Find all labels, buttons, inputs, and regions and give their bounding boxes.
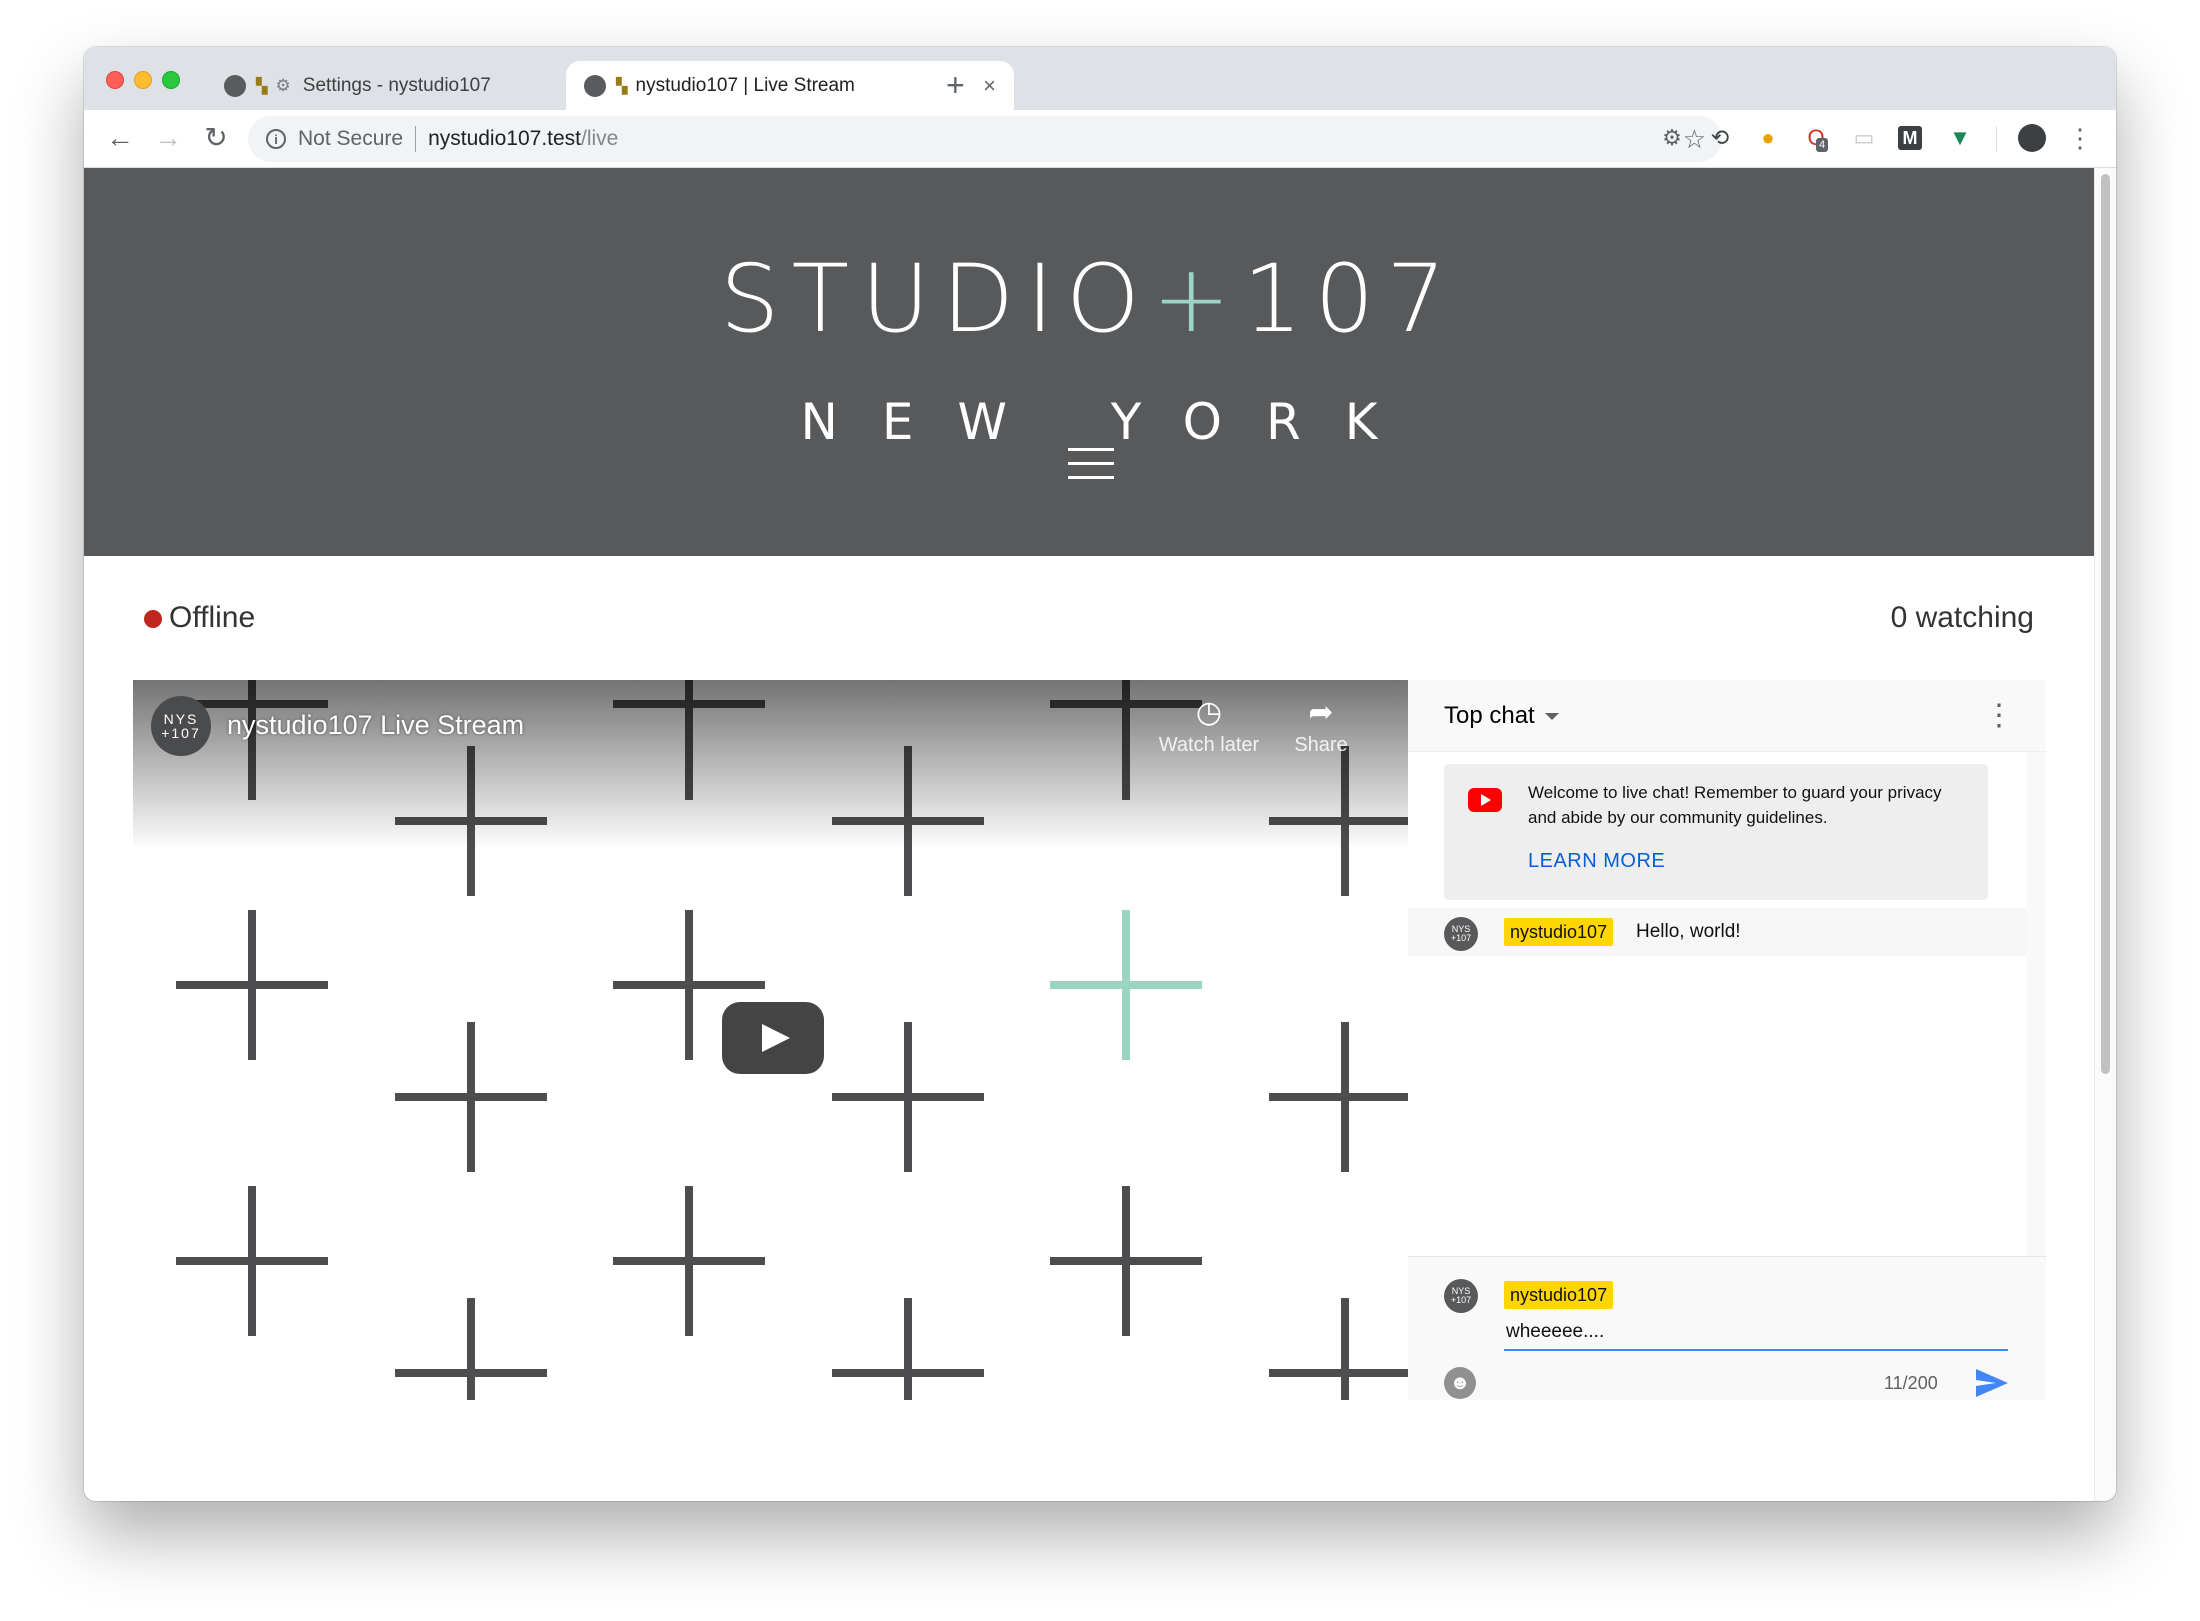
- url-path: /live: [581, 127, 619, 150]
- extension-opera-icon[interactable]: O4: [1802, 124, 1830, 152]
- chat-message[interactable]: NYS +107 nystudio107 Hello, world!: [1408, 908, 2026, 956]
- chat-mode-dropdown[interactable]: Top chat: [1444, 702, 1559, 730]
- learn-more-link[interactable]: LEARN MORE: [1528, 850, 1665, 873]
- info-icon[interactable]: i: [266, 129, 286, 149]
- extension-m-icon[interactable]: M: [1898, 126, 1922, 150]
- share-label: Share: [1294, 734, 1348, 756]
- channel-avatar[interactable]: NYS +107: [151, 696, 211, 756]
- craft-icon: ▚: [616, 77, 628, 95]
- extension-vue-icon[interactable]: ▼: [1946, 124, 1974, 152]
- character-count: 11/200: [1884, 1373, 1938, 1393]
- site-logo[interactable]: STUDIO+107: [84, 250, 2094, 350]
- chat-message-input[interactable]: [1504, 1315, 2008, 1351]
- stream-status-bar: Offline 0 watching: [144, 598, 2034, 638]
- site-favicon-icon: [224, 74, 246, 97]
- page-scrollbar[interactable]: [2094, 168, 2116, 1501]
- play-button[interactable]: [722, 1002, 824, 1074]
- extension-sync-icon[interactable]: ⟲: [1706, 124, 1734, 152]
- author-avatar[interactable]: NYS +107: [1444, 917, 1478, 951]
- share-arrow-icon: ➦: [1308, 696, 1334, 729]
- chat-scrollbar[interactable]: [2026, 752, 2046, 1256]
- chat-composer: NYS +107 nystudio107 ☻ 11/200: [1408, 1256, 2046, 1400]
- logo-plus-text: +: [1151, 245, 1243, 354]
- watch-later-label: Watch later: [1158, 734, 1260, 756]
- hamburger-menu-icon[interactable]: [1068, 448, 1114, 480]
- chat-mode-label: Top chat: [1444, 702, 1535, 729]
- clock-icon: ◷: [1195, 696, 1223, 729]
- my-author-name: nystudio107: [1504, 1281, 1614, 1309]
- author-name[interactable]: nystudio107: [1504, 918, 1614, 946]
- gear-icon: ⚙: [275, 75, 291, 95]
- craft-icon: ▚: [256, 77, 268, 95]
- browser-menu-icon[interactable]: ⋮: [2066, 124, 2094, 152]
- more-options-icon[interactable]: ⋮: [1984, 698, 2014, 734]
- chevron-down-icon: [1544, 713, 1559, 721]
- video-title[interactable]: nystudio107 Live Stream: [227, 710, 524, 741]
- watch-later-button[interactable]: ◷ Watch later: [1149, 694, 1269, 757]
- offline-dot-icon: [144, 610, 162, 628]
- youtube-icon: [1468, 788, 1502, 812]
- reload-icon[interactable]: ↻: [196, 118, 236, 158]
- extension-cast-icon[interactable]: ▭: [1850, 124, 1878, 152]
- page-content: STUDIO+107 NEW YORK Offline 0 watching N…: [84, 168, 2094, 1501]
- browser-toolbar: ← → ↻ i Not Secure nystudio107.test /liv…: [84, 110, 2116, 168]
- back-arrow-icon[interactable]: ←: [100, 118, 140, 158]
- tab-title: nystudio107 | Live Stream: [635, 74, 855, 96]
- address-bar[interactable]: i Not Secure nystudio107.test /live ☆: [248, 116, 1722, 162]
- welcome-banner: Welcome to live chat! Remember to guard …: [1444, 764, 1988, 900]
- emoji-icon[interactable]: ☻: [1444, 1367, 1476, 1399]
- site-favicon-icon: [584, 74, 606, 97]
- minimize-window-button[interactable]: [134, 71, 152, 89]
- url-host: nystudio107.test: [428, 127, 581, 150]
- toolbar-divider: [1996, 126, 1997, 152]
- stream-state: Offline: [169, 601, 256, 634]
- new-tab-button[interactable]: +: [946, 61, 965, 110]
- chat-header: Top chat ⋮: [1408, 680, 2046, 752]
- profile-avatar-icon[interactable]: [2018, 124, 2046, 152]
- scrollbar-thumb[interactable]: [2101, 174, 2110, 1074]
- extension-coin-icon[interactable]: ●: [1754, 124, 1782, 152]
- message-text: Hello, world!: [1636, 921, 1741, 942]
- video-player[interactable]: NYS +107 nystudio107 Live Stream ◷ Watch…: [133, 680, 1408, 1400]
- zoom-window-button[interactable]: [162, 71, 180, 89]
- site-header: STUDIO+107 NEW YORK: [84, 168, 2094, 556]
- close-window-button[interactable]: [106, 71, 124, 89]
- forward-arrow-icon[interactable]: →: [148, 118, 188, 158]
- send-icon[interactable]: [1972, 1365, 2012, 1401]
- viewer-count: 0 watching: [1890, 601, 2034, 634]
- chat-messages: Welcome to live chat! Remember to guard …: [1408, 752, 2026, 1256]
- not-secure-label: Not Secure: [298, 127, 404, 150]
- logo-studio-text: STUDIO: [719, 245, 1152, 354]
- bookmark-star-icon[interactable]: ☆: [1683, 124, 1706, 155]
- logo-number-text: 107: [1242, 245, 1459, 354]
- logo-subtitle: NEW YORK: [800, 393, 1422, 451]
- close-tab-icon[interactable]: ×: [983, 73, 996, 99]
- omnibox-divider: [415, 126, 417, 152]
- welcome-text: Welcome to live chat! Remember to guard …: [1528, 783, 1942, 827]
- tab-strip: ▚ ⚙ Settings - nystudio107 × ▚ nystudio1…: [84, 47, 2116, 110]
- share-button[interactable]: ➦ Share: [1261, 694, 1381, 757]
- extension-badge: 4: [1816, 138, 1829, 152]
- my-avatar: NYS +107: [1444, 1279, 1478, 1313]
- live-chat-panel: Top chat ⋮ Welcome to live chat! Remembe…: [1408, 680, 2046, 1400]
- extension-settings-icon[interactable]: ⚙: [1658, 124, 1686, 152]
- browser-window: ▚ ⚙ Settings - nystudio107 × ▚ nystudio1…: [84, 47, 2116, 1501]
